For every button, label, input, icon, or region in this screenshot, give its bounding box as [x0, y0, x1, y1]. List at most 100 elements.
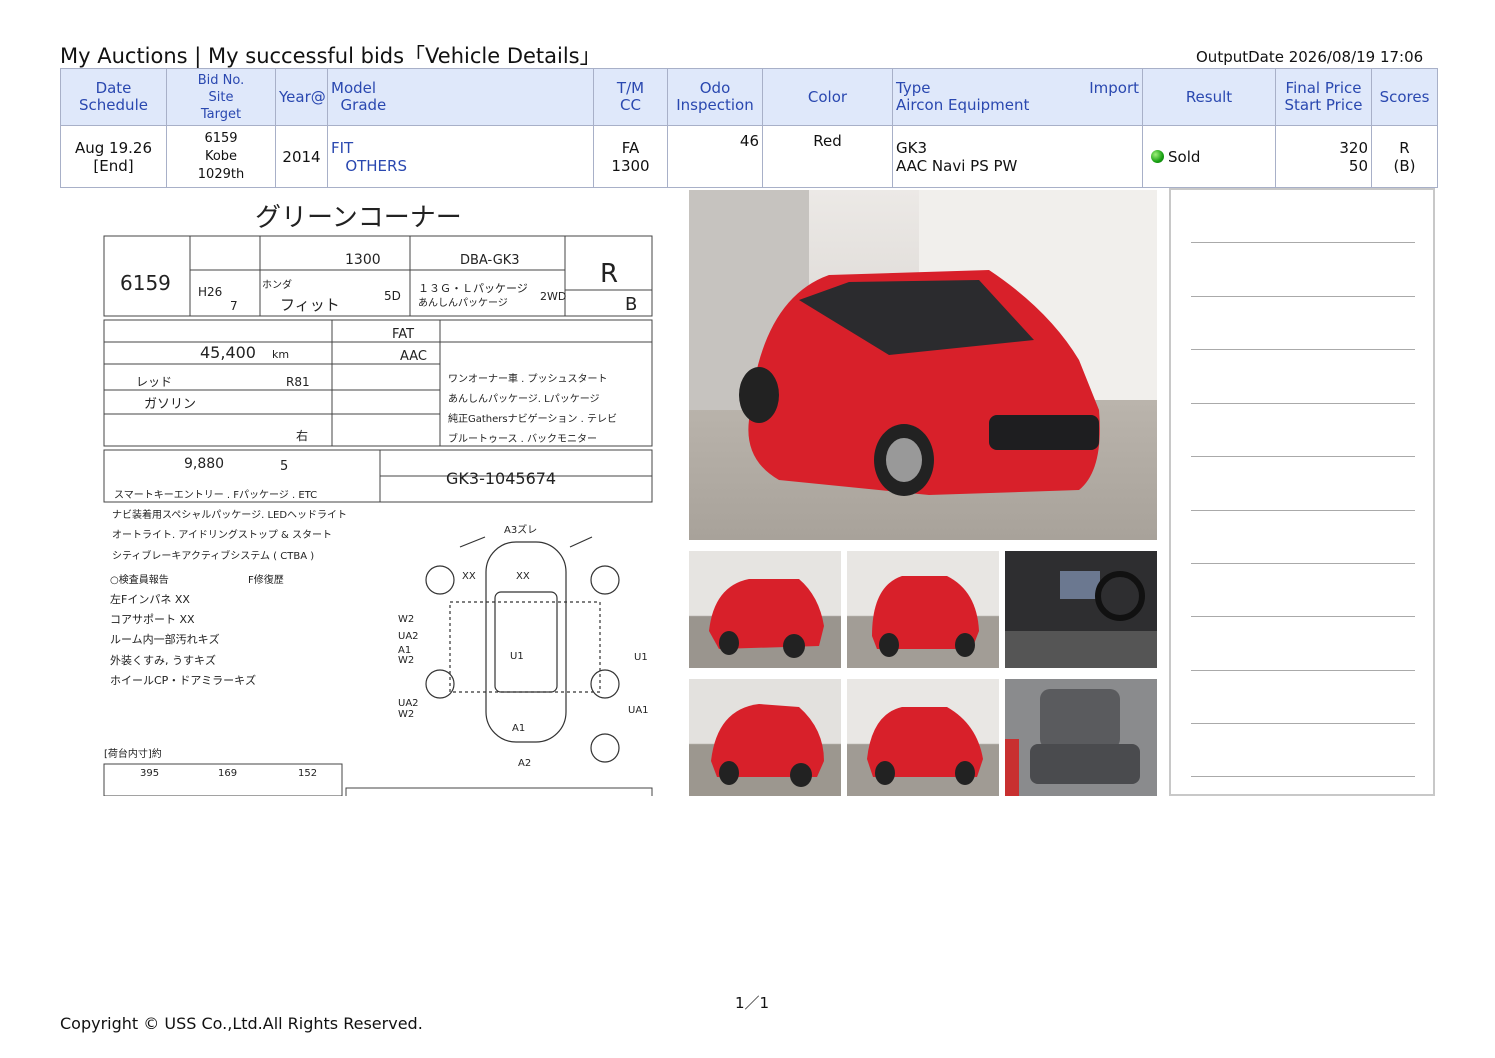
notes-line — [1191, 296, 1415, 297]
note-1: スマートキーエントリー . Fパッケージ . ETC — [114, 489, 317, 501]
page-title: My Auctions | My successful bids「Vehicle… — [60, 44, 601, 68]
sheet-drive: 2WD — [540, 290, 566, 303]
thumb-photo-1[interactable] — [689, 551, 841, 668]
cell-model[interactable]: FIT OTHERS — [327, 125, 594, 188]
sheet-lot: 6159 — [120, 271, 171, 295]
sheet-mileage: 45,400 — [200, 343, 256, 362]
mark-ua1: UA1 — [628, 705, 649, 716]
mark-w2-1: W2 — [398, 614, 414, 625]
note-3: オートライト. アイドリングストップ & スタート — [112, 528, 332, 541]
header-type: Type Import Aircon Equipment — [892, 68, 1143, 126]
grade-link[interactable]: OTHERS — [345, 157, 407, 175]
inspector-1: 左Fインパネ XX — [110, 593, 190, 606]
notes-line — [1191, 403, 1415, 404]
sheet-chassis: GK3-1045674 — [446, 469, 556, 488]
sheet-grade2: あんしんパッケージ — [418, 297, 508, 309]
header-year: Year@ — [275, 68, 328, 126]
cell-date: Aug 19.26 [End] — [60, 125, 167, 188]
cell-year: 2014 — [275, 125, 328, 188]
header-bidno: Bid No. Site Target — [166, 68, 276, 126]
dim-width: 169 — [218, 768, 237, 779]
sheet-aircon: AAC — [400, 349, 427, 364]
sales-point-3: 純正Gathersナビゲーション . テレビ — [448, 412, 617, 425]
cell-bidno: 6159 Kobe 1029th — [166, 125, 276, 188]
notes-line — [1191, 563, 1415, 564]
header-price: Final Price Start Price — [1275, 68, 1372, 126]
header-tm: T/M CC — [593, 68, 668, 126]
notes-line — [1191, 776, 1415, 777]
notes-line — [1191, 616, 1415, 617]
notes-line — [1191, 510, 1415, 511]
sheet-recycle: 9,880 — [184, 456, 224, 472]
table-row: Aug 19.26 [End] 6159 Kobe 1029th 2014 FIT O… — [60, 125, 1438, 188]
mark-a3: A3ズレ — [504, 523, 537, 536]
cell-type: GK3 AAC Navi PS PW — [892, 125, 1143, 188]
thumb-photo-2[interactable] — [847, 551, 999, 668]
model-link[interactable]: FIT — [331, 139, 353, 157]
sales-point-2: あんしんパッケージ. Lパッケージ — [448, 393, 600, 405]
copyright: Copyright © USS Co.,Ltd.All Rights Reser… — [60, 1014, 423, 1033]
notes-panel — [1169, 188, 1435, 796]
output-date: OutputDate 2026/08/19 17:06 — [1196, 48, 1424, 66]
mark-ua2-1: UA2 — [398, 631, 419, 642]
header-color: Color — [762, 68, 893, 126]
sheet-score: R — [600, 259, 618, 289]
sheet-shift: FAT — [392, 327, 414, 342]
sheet-reg-month: 7 — [230, 299, 238, 313]
sheet-doors: 5D — [384, 289, 401, 303]
sheet-maker: ホンダ — [262, 278, 292, 291]
header-model: Model Grade — [327, 68, 594, 126]
inspector-4: 外装くすみ, うすキズ — [110, 653, 216, 667]
sheet-displacement: 1300 — [345, 252, 381, 268]
notes-line — [1191, 456, 1415, 457]
result-label: Sold — [1168, 147, 1201, 166]
cell-price: 320 50 — [1275, 125, 1372, 188]
auction-sheet[interactable]: グリーンコーナー 6159 1300 DBA-GK3 R B H26 7 ホンダ… — [100, 192, 656, 796]
cell-scores: R (B) — [1371, 125, 1438, 188]
sheet-reg-year: H26 — [198, 285, 222, 299]
thumb-photo-4[interactable] — [847, 679, 999, 796]
inspector-2: コアサポート XX — [110, 613, 195, 626]
sheet-handle: 右 — [296, 428, 308, 443]
cell-odo: 46 — [667, 125, 763, 188]
sheet-model-code: DBA-GK3 — [460, 253, 520, 268]
sales-point-4: ブルートゥース . バックモニター — [448, 432, 597, 445]
sheet-fuel: ガソリン — [144, 397, 196, 412]
dims-title: [荷台内寸]約 — [104, 747, 162, 760]
thumb-photo-3[interactable] — [689, 679, 841, 796]
header-date: Date Schedule — [60, 68, 167, 126]
main-vehicle-photo[interactable] — [689, 190, 1157, 540]
sheet-header: グリーンコーナー — [255, 203, 462, 233]
page-number: 1／1 — [735, 994, 770, 1012]
inspector-3: ルーム内一部汚れキズ — [110, 632, 220, 646]
inspector-5: ホイールCP・ドアミラーキズ — [110, 673, 256, 687]
header-scores: Scores — [1371, 68, 1438, 126]
sheet-color-code: R81 — [286, 375, 310, 389]
sheet-capacity: 5 — [280, 459, 288, 474]
header-result: Result — [1142, 68, 1276, 126]
sheet-color: レッド — [136, 375, 172, 389]
vehicle-table: Date Schedule Bid No. Site Target Year@ Mod… — [60, 68, 1438, 188]
cell-result: Sold — [1142, 125, 1276, 188]
mark-a2: A2 — [518, 758, 531, 769]
mark-ua2-2: UA2 — [398, 698, 419, 709]
notes-line — [1191, 242, 1415, 243]
mark-u1-1: U1 — [510, 651, 524, 662]
thumb-photo-interior[interactable] — [1005, 551, 1157, 668]
header-odo: Odo Inspection — [667, 68, 763, 126]
dim-length: 395 — [140, 768, 159, 779]
thumb-photo-seats[interactable] — [1005, 679, 1157, 796]
mark-w2-2: W2 — [398, 655, 414, 666]
mark-xx-1: XX — [462, 571, 476, 582]
sold-status-icon — [1151, 149, 1164, 163]
sheet-car-name: フィット — [280, 296, 340, 314]
cell-color: Red — [762, 125, 893, 188]
mark-xx-2: XX — [516, 571, 530, 582]
sales-point-1: ワンオーナー車 . プッシュスタート — [448, 372, 608, 385]
inspector-sub: F修復歴 — [248, 573, 284, 586]
note-2: ナビ装着用スペシャルパッケージ. LEDヘッドライト — [112, 508, 347, 521]
sheet-mileage-unit: km — [272, 348, 289, 361]
mark-w2-3: W2 — [398, 709, 414, 720]
note-4: シティブレーキアクティブシステム ( CTBA ) — [112, 549, 314, 562]
table-header-row: Date Schedule Bid No. Site Target Year@ Mod… — [60, 68, 1438, 126]
